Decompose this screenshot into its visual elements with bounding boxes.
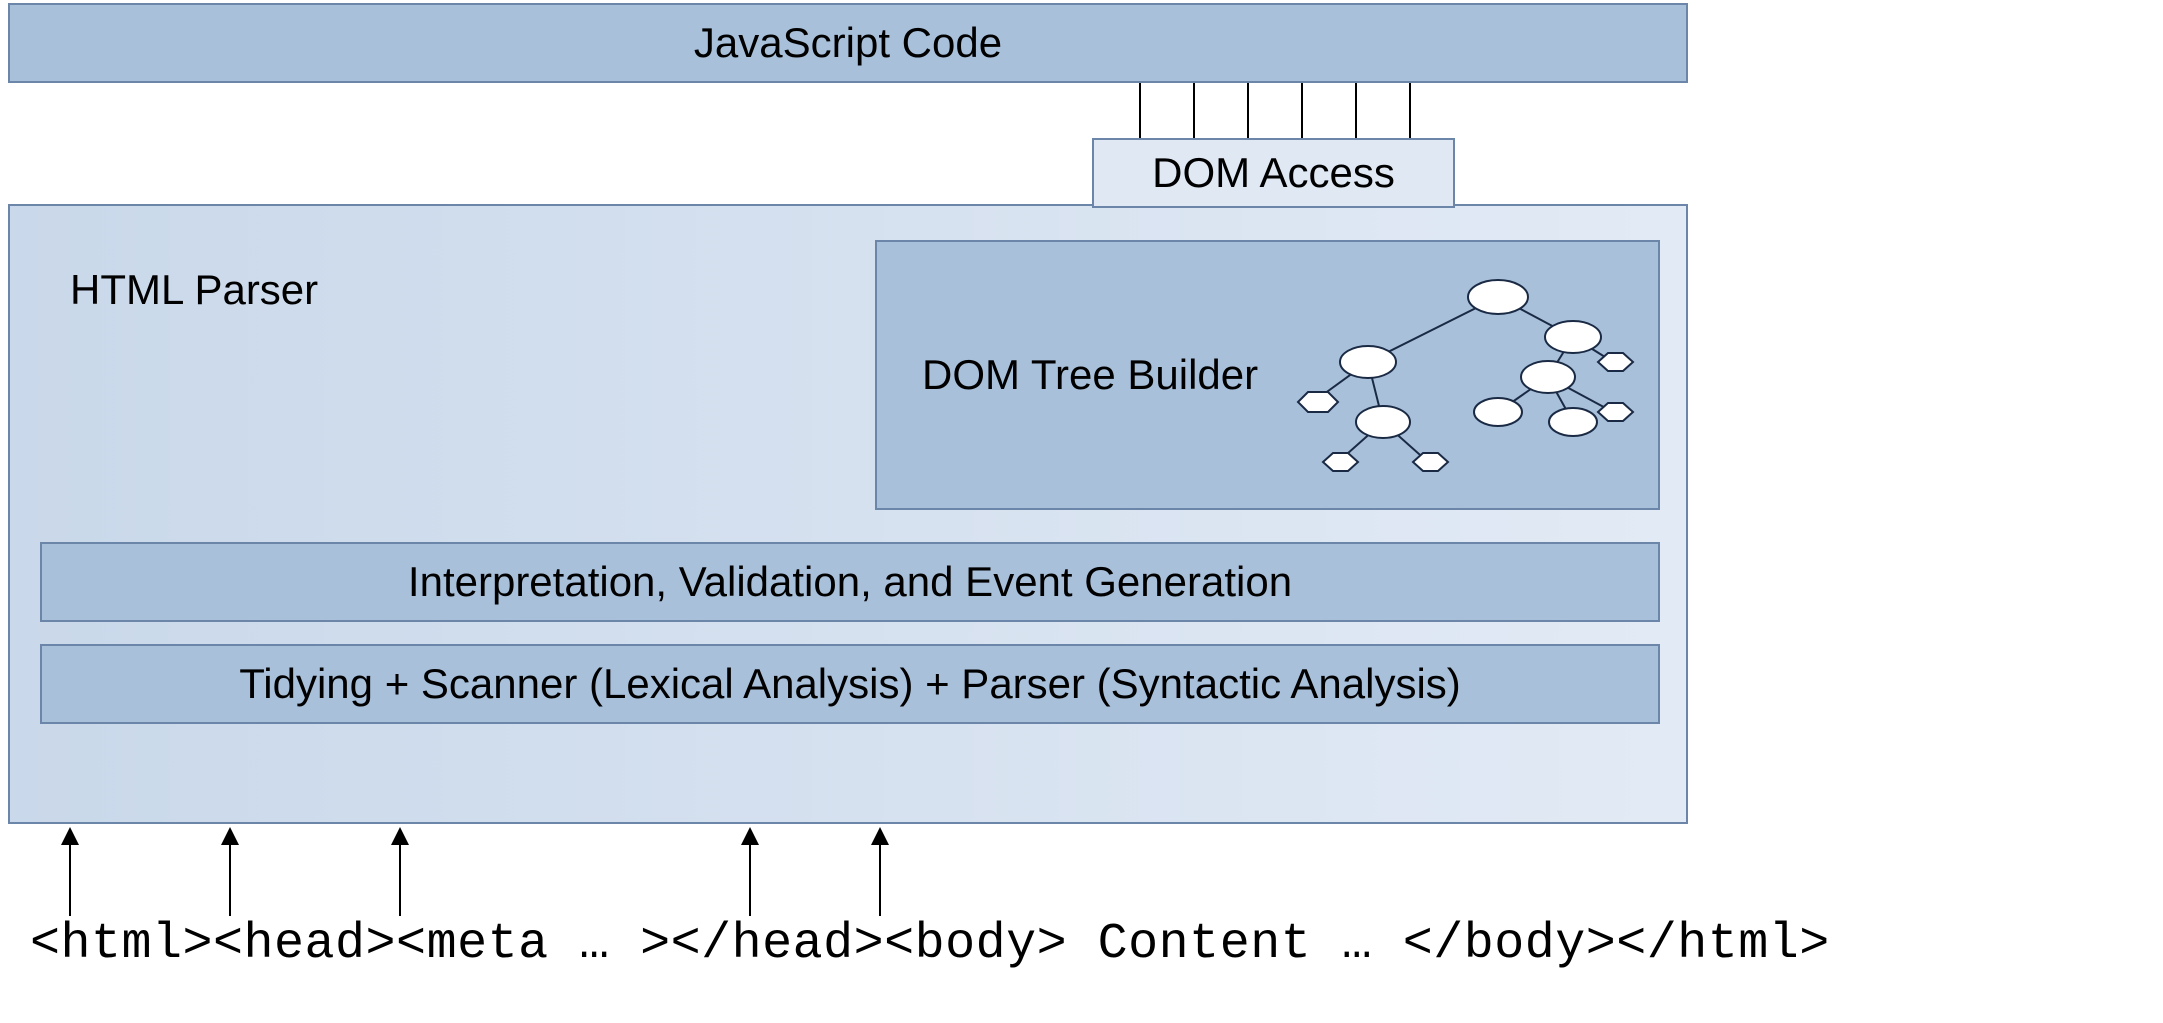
dom-access-label: DOM Access — [1152, 149, 1395, 197]
interpretation-label: Interpretation, Validation, and Event Ge… — [408, 558, 1292, 606]
js-code-label: JavaScript Code — [694, 19, 1002, 67]
html-parser-label: HTML Parser — [70, 266, 318, 314]
html-input-code: <html><head><meta … ></head><body> Conte… — [30, 916, 1830, 973]
html-parser-box: HTML Parser DOM Tree Builder — [8, 204, 1688, 824]
dom-tree-builder-box: DOM Tree Builder — [875, 240, 1660, 510]
tidying-box: Tidying + Scanner (Lexical Analysis) + P… — [40, 644, 1660, 724]
tidying-label: Tidying + Scanner (Lexical Analysis) + P… — [239, 660, 1461, 708]
arrows-bottom — [30, 824, 930, 918]
dom-tree-builder-label: DOM Tree Builder — [922, 351, 1258, 399]
dom-access-box: DOM Access — [1092, 138, 1455, 208]
interpretation-box: Interpretation, Validation, and Event Ge… — [40, 542, 1660, 622]
tree-graphic-icon — [1278, 262, 1638, 492]
js-code-box: JavaScript Code — [8, 3, 1688, 83]
